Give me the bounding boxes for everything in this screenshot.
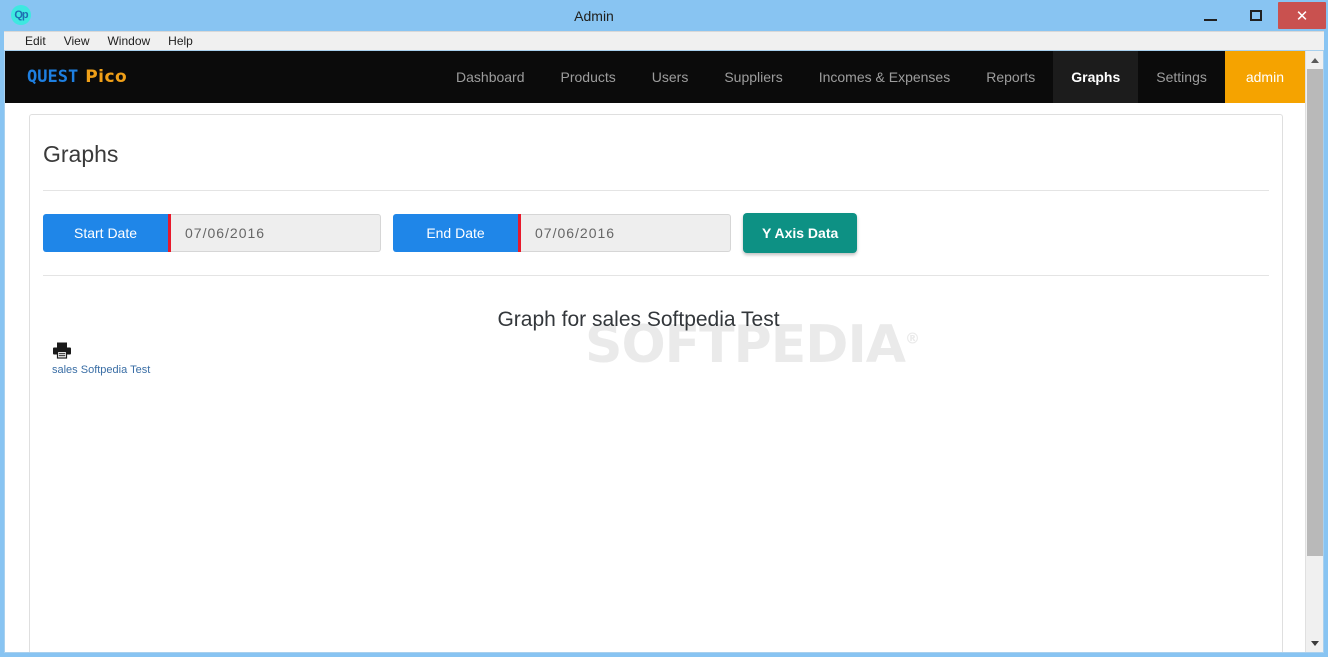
scroll-up-button[interactable]	[1306, 51, 1324, 69]
content-card: Graphs Start Date End Date Y Axis Data S…	[29, 114, 1283, 652]
filter-controls: Start Date End Date Y Axis Data	[30, 191, 1282, 253]
nav-item-products[interactable]: Products	[543, 51, 634, 103]
menu-item-window[interactable]: Window	[98, 32, 159, 51]
graph-legend-label[interactable]: sales Softpedia Test	[52, 364, 150, 376]
end-date-group: End Date	[393, 214, 731, 252]
nav-item-graphs[interactable]: Graphs	[1053, 51, 1139, 103]
app-logo-icon: Qp	[11, 5, 31, 25]
nav-links: Dashboard Products Users Suppliers Incom…	[438, 51, 1305, 103]
minimize-button[interactable]	[1188, 0, 1233, 31]
start-date-button[interactable]: Start Date	[43, 214, 171, 252]
nav-item-dashboard[interactable]: Dashboard	[438, 51, 543, 103]
maximize-button[interactable]	[1233, 0, 1278, 31]
nav-item-reports[interactable]: Reports	[968, 51, 1053, 103]
graph-area: Graph for sales Softpedia Test sales Sof…	[30, 276, 1282, 376]
scrollbar-track[interactable]	[1306, 69, 1324, 634]
client-area: QUEST Pico Dashboard Products Users Supp…	[4, 50, 1324, 653]
application-window: Qp Admin ✕ Edit View Window Help QUEST P…	[0, 0, 1328, 657]
menu-item-view[interactable]: View	[55, 32, 99, 51]
title-bar: Qp Admin ✕	[0, 0, 1328, 31]
brand-logo-quest: QUEST	[27, 67, 79, 87]
chevron-up-icon	[1310, 57, 1319, 63]
scrollbar-thumb[interactable]	[1306, 69, 1323, 556]
window-title: Admin	[574, 7, 614, 24]
maximize-icon	[1249, 10, 1262, 21]
graph-title: Graph for sales Softpedia Test	[497, 308, 780, 331]
page-title: Graphs	[43, 141, 119, 167]
nav-item-admin-user[interactable]: admin	[1224, 51, 1305, 103]
chevron-down-icon	[1310, 640, 1319, 646]
y-axis-data-button[interactable]: Y Axis Data	[743, 213, 858, 253]
nav-item-suppliers[interactable]: Suppliers	[706, 51, 800, 103]
vertical-scrollbar[interactable]	[1305, 51, 1323, 652]
menu-item-help[interactable]: Help	[159, 32, 202, 51]
end-date-button[interactable]: End Date	[393, 214, 521, 252]
end-date-input[interactable]	[521, 214, 731, 252]
top-navigation-bar: QUEST Pico Dashboard Products Users Supp…	[5, 51, 1305, 103]
brand-logo[interactable]: QUEST Pico	[5, 51, 147, 103]
graph-legend: sales Softpedia Test	[52, 342, 150, 376]
start-date-group: Start Date	[43, 214, 381, 252]
minimize-icon	[1204, 18, 1217, 21]
brand-logo-pico: Pico	[85, 67, 128, 87]
watermark-registered-mark: ®	[905, 329, 920, 348]
scroll-down-button[interactable]	[1306, 634, 1324, 652]
start-date-input[interactable]	[171, 214, 381, 252]
close-button[interactable]: ✕	[1278, 2, 1326, 29]
menu-item-edit[interactable]: Edit	[16, 32, 55, 51]
web-page: QUEST Pico Dashboard Products Users Supp…	[5, 51, 1305, 652]
nav-item-incomes-expenses[interactable]: Incomes & Expenses	[801, 51, 969, 103]
nav-item-users[interactable]: Users	[634, 51, 707, 103]
printer-icon[interactable]	[52, 342, 72, 360]
nav-item-settings[interactable]: Settings	[1138, 51, 1225, 103]
window-buttons: ✕	[1188, 0, 1328, 31]
menu-bar: Edit View Window Help	[4, 31, 1324, 50]
